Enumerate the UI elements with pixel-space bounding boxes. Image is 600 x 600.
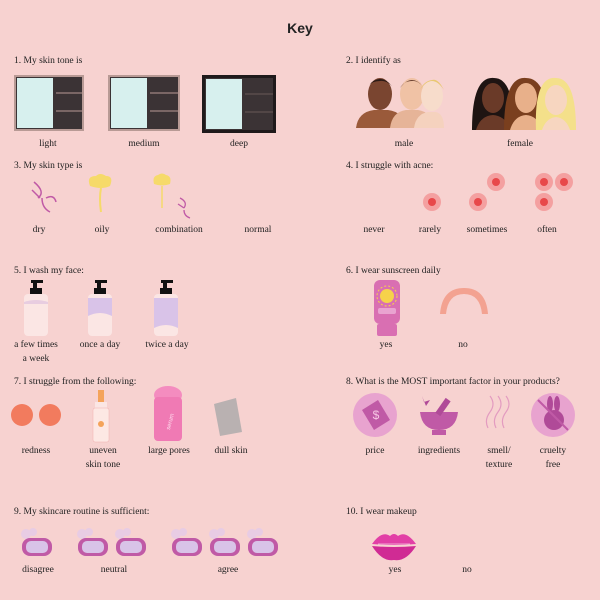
option-medium[interactable]: medium — [99, 137, 189, 151]
question-makeup: 10. I wear makeup — [346, 507, 417, 517]
option-dull-skin[interactable]: dull skin — [186, 444, 276, 458]
option-makeup-no[interactable]: no — [422, 563, 512, 577]
question-struggle: 7. I struggle from the following: — [14, 377, 137, 387]
option-combination[interactable]: combination — [134, 223, 224, 237]
question-routine: 9. My skincare routine is sufficient: — [14, 507, 150, 517]
option-twice[interactable]: twice a day — [122, 338, 212, 352]
option-light[interactable]: light — [3, 137, 93, 151]
option-sunscreen-no[interactable]: no — [418, 338, 508, 352]
question-skin-tone: 1. My skin tone is — [14, 56, 83, 66]
option-deep[interactable]: deep — [194, 137, 284, 151]
svg-text:$: $ — [373, 408, 380, 422]
option-normal[interactable]: normal — [213, 223, 303, 237]
option-male[interactable]: male — [359, 137, 449, 151]
option-often[interactable]: often — [502, 223, 592, 237]
question-acne: 4. I struggle with acne: — [346, 161, 434, 171]
question-important-factor: 8. What is the MOST important factor in … — [346, 377, 560, 387]
option-female[interactable]: female — [475, 137, 565, 151]
option-neutral[interactable]: neutral — [69, 563, 159, 577]
question-sunscreen: 6. I wear sunscreen daily — [346, 266, 441, 276]
question-wash-face: 5. I wash my face: — [14, 266, 84, 276]
question-identify: 2. I identify as — [346, 56, 401, 66]
option-agree[interactable]: agree — [183, 563, 273, 577]
question-skin-type: 3. My skin type is — [14, 161, 83, 171]
option-cruelty-free[interactable]: cruelty free — [508, 444, 598, 472]
page-title: Key — [287, 20, 313, 36]
